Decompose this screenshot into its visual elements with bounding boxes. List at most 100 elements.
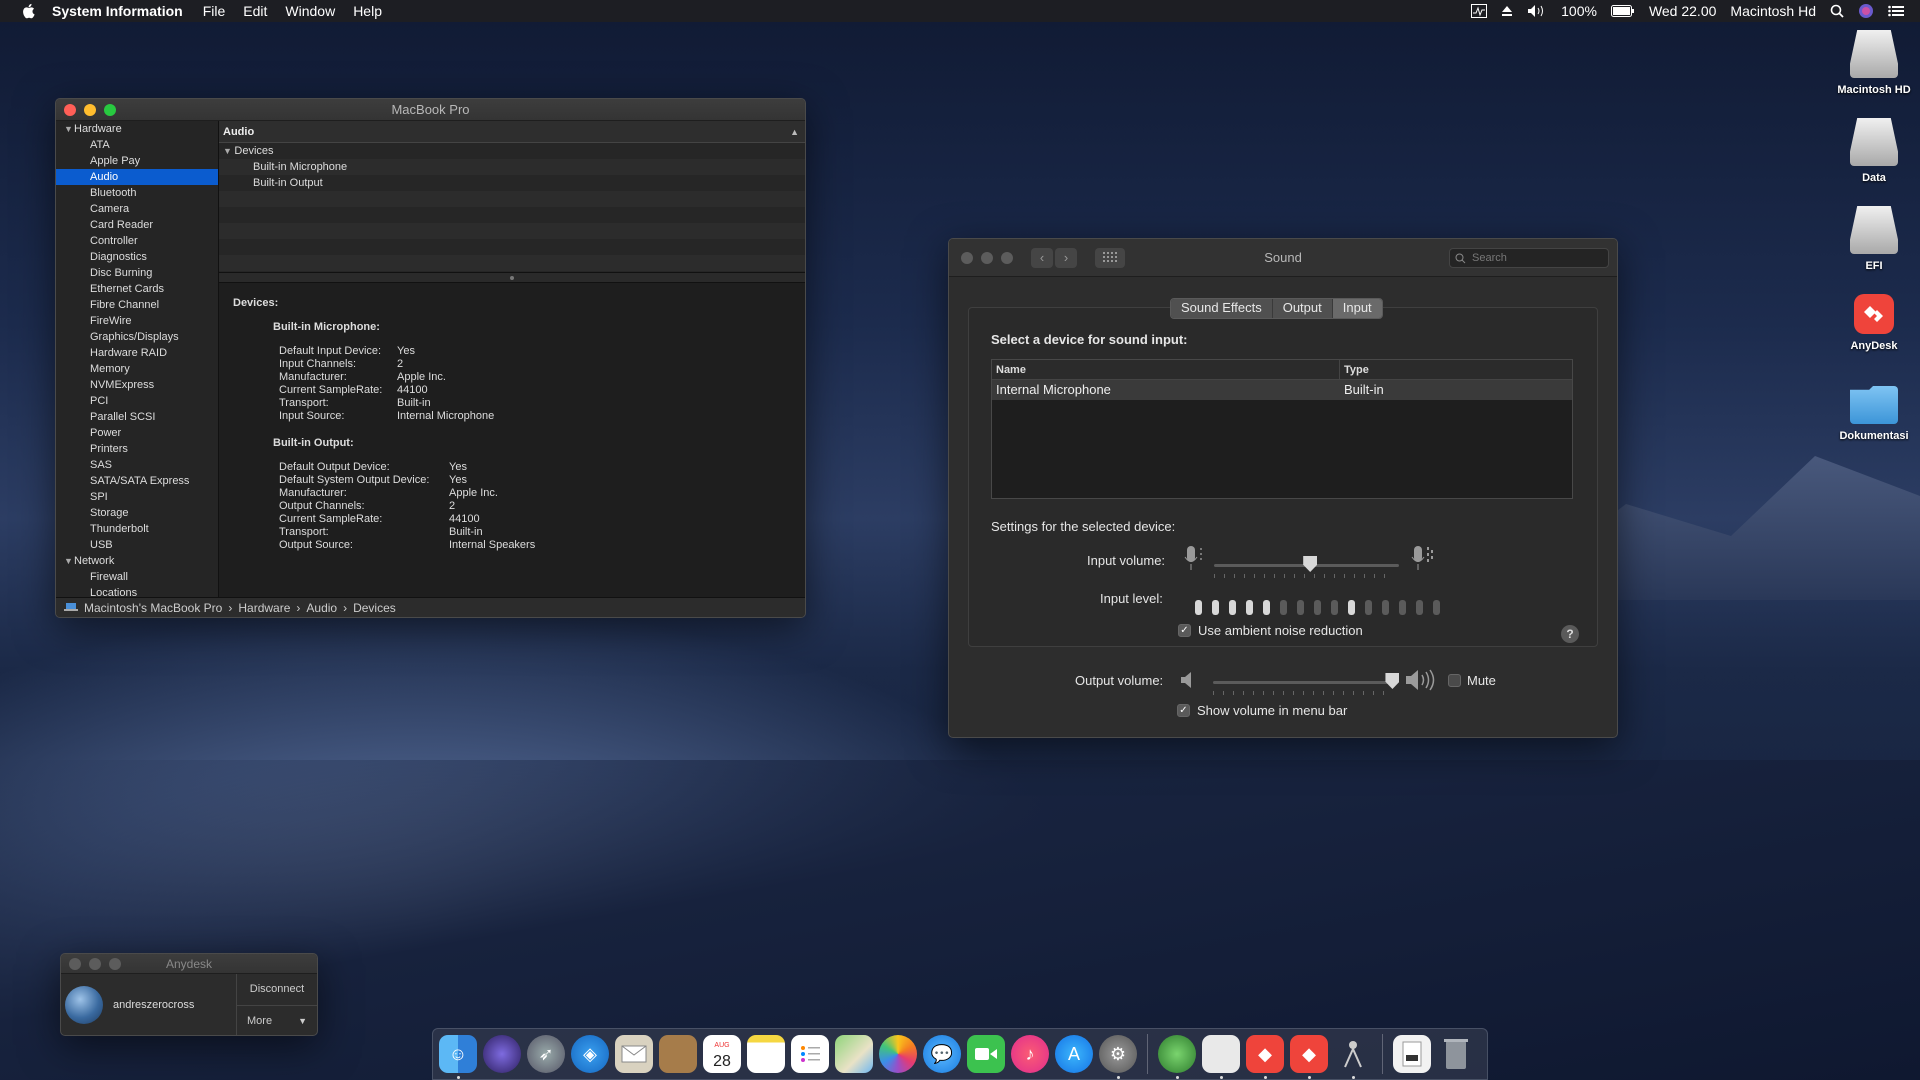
siri-icon[interactable] — [1858, 3, 1874, 19]
desktop-icon-efi[interactable]: EFI — [1824, 206, 1920, 272]
table-row[interactable]: Built-in Microphone — [219, 159, 805, 175]
sidebar-item-firewall[interactable]: Firewall — [56, 569, 218, 585]
disconnect-button[interactable]: Disconnect — [237, 974, 317, 1006]
activity-monitor-icon[interactable] — [1471, 4, 1488, 18]
sidebar-item-audio[interactable]: Audio — [56, 169, 218, 185]
sidebar-item-disc-burning[interactable]: Disc Burning — [56, 265, 218, 281]
path-item-hardware[interactable]: Hardware — [238, 601, 290, 615]
search-field[interactable]: Search — [1449, 248, 1609, 268]
notification-center-icon[interactable] — [1888, 5, 1904, 17]
output-volume-thumb[interactable] — [1385, 673, 1400, 689]
dock-maps-icon[interactable] — [835, 1035, 873, 1073]
sidebar-item-storage[interactable]: Storage — [56, 505, 218, 521]
close-button[interactable] — [69, 957, 81, 970]
dock-contacts-icon[interactable] — [659, 1035, 697, 1073]
dock-facetime-icon[interactable] — [967, 1035, 1005, 1073]
sidebar-item-hardware-raid[interactable]: Hardware RAID — [56, 345, 218, 361]
dock-safari-icon[interactable]: ◈ — [571, 1035, 609, 1073]
menu-file[interactable]: File — [203, 3, 226, 19]
sidebar-item-pci[interactable]: PCI — [56, 393, 218, 409]
path-item-computer[interactable]: Macintosh's MacBook Pro — [84, 601, 222, 615]
desktop-icon-macintosh-hd[interactable]: Macintosh HD — [1824, 30, 1920, 96]
desktop-icon-data[interactable]: Data — [1824, 118, 1920, 184]
sidebar-group-hardware[interactable]: ▼Hardware — [56, 121, 218, 137]
sidebar-item-card-reader[interactable]: Card Reader — [56, 217, 218, 233]
sidebar-item-diagnostics[interactable]: Diagnostics — [56, 249, 218, 265]
table-row[interactable]: Built-in Output — [219, 175, 805, 191]
menu-window[interactable]: Window — [285, 3, 335, 19]
sidebar-item-camera[interactable]: Camera — [56, 201, 218, 217]
app-name-menu[interactable]: System Information — [52, 3, 183, 19]
sidebar-item-graphics-displays[interactable]: Graphics/Displays — [56, 329, 218, 345]
tab-input[interactable]: Input — [1332, 299, 1382, 318]
sidebar-item-fibre-channel[interactable]: Fibre Channel — [56, 297, 218, 313]
ambient-noise-checkbox[interactable]: ✓ — [1178, 624, 1191, 637]
sidebar-item-locations[interactable]: Locations — [56, 585, 218, 597]
sidebar-item-power[interactable]: Power — [56, 425, 218, 441]
dock-utility-icon[interactable] — [1334, 1035, 1372, 1079]
menu-edit[interactable]: Edit — [243, 3, 267, 19]
minimize-button[interactable] — [84, 103, 96, 116]
dock-siri-icon[interactable] — [483, 1035, 521, 1073]
dock-photos-icon[interactable] — [879, 1035, 917, 1073]
sidebar-item-printers[interactable]: Printers — [56, 441, 218, 457]
desktop-icon-anydesk[interactable]: AnyDesk — [1824, 294, 1920, 352]
show-all-button[interactable] — [1095, 247, 1125, 268]
dock-script-editor-icon[interactable] — [1202, 1035, 1240, 1079]
zoom-button[interactable] — [109, 957, 121, 970]
dock-anydesk-session-icon[interactable]: ◆ — [1290, 1035, 1328, 1079]
disclosure-triangle-icon[interactable]: ▼ — [64, 553, 74, 569]
zoom-button[interactable] — [1001, 251, 1013, 264]
dock-finder-icon[interactable]: ☺ — [439, 1035, 477, 1079]
sidebar-item-memory[interactable]: Memory — [56, 361, 218, 377]
output-volume-slider[interactable] — [1213, 681, 1398, 684]
spotlight-icon[interactable] — [1830, 4, 1844, 18]
zoom-button[interactable] — [104, 103, 116, 116]
sidebar-item-bluetooth[interactable]: Bluetooth — [56, 185, 218, 201]
user-menu[interactable]: Macintosh Hd — [1730, 3, 1816, 19]
close-button[interactable] — [961, 251, 973, 264]
sidebar-item-parallel-scsi[interactable]: Parallel SCSI — [56, 409, 218, 425]
dock-system-preferences-icon[interactable]: ⚙ — [1099, 1035, 1137, 1079]
clock[interactable]: Wed 22.00 — [1649, 3, 1716, 19]
show-volume-checkbox[interactable]: ✓ — [1177, 704, 1190, 717]
column-header-type[interactable]: Type — [1340, 360, 1369, 379]
sidebar-item-controller[interactable]: Controller — [56, 233, 218, 249]
disclosure-triangle-icon[interactable]: ▼ — [223, 146, 234, 156]
sort-chevron-up-icon[interactable]: ▲ — [790, 121, 799, 143]
disclosure-triangle-icon[interactable]: ▼ — [64, 121, 74, 137]
close-button[interactable] — [64, 103, 76, 116]
path-item-devices[interactable]: Devices — [353, 601, 396, 615]
sidebar-item-nvmexpress[interactable]: NVMExpress — [56, 377, 218, 393]
back-button[interactable]: ‹ — [1031, 247, 1053, 268]
sidebar-item-sas[interactable]: SAS — [56, 457, 218, 473]
minimize-button[interactable] — [981, 251, 993, 264]
sidebar-item-usb[interactable]: USB — [56, 537, 218, 553]
dock-notes-icon[interactable] — [747, 1035, 785, 1073]
eject-icon[interactable] — [1501, 5, 1513, 17]
table-row[interactable]: Internal Microphone Built-in — [992, 380, 1572, 400]
sidebar-item-spi[interactable]: SPI — [56, 489, 218, 505]
sidebar-group-network[interactable]: ▼Network — [56, 553, 218, 569]
dock-app-store-icon[interactable]: A — [1055, 1035, 1093, 1073]
apple-menu-icon[interactable] — [20, 2, 38, 20]
tab-output[interactable]: Output — [1272, 299, 1333, 318]
volume-icon[interactable] — [1527, 4, 1547, 18]
forward-button[interactable]: › — [1055, 247, 1077, 268]
dock-messages-icon[interactable]: 💬 — [923, 1035, 961, 1073]
tab-sound-effects[interactable]: Sound Effects — [1171, 299, 1273, 318]
more-button[interactable]: More ▼ — [237, 1006, 317, 1036]
dock-anydesk-icon[interactable]: ◆ — [1246, 1035, 1284, 1079]
sidebar-item-sata[interactable]: SATA/SATA Express — [56, 473, 218, 489]
dock-music-icon[interactable]: ♪ — [1011, 1035, 1049, 1073]
help-button[interactable]: ? — [1561, 625, 1579, 643]
dock-system-information-icon[interactable] — [1158, 1035, 1196, 1079]
dock-launchpad-icon[interactable]: ➶ — [527, 1035, 565, 1073]
sidebar-item-ata[interactable]: ATA — [56, 137, 218, 153]
input-volume-thumb[interactable] — [1303, 556, 1318, 572]
path-item-audio[interactable]: Audio — [306, 601, 337, 615]
menu-help[interactable]: Help — [353, 3, 382, 19]
desktop-icon-dokumentasi[interactable]: Dokumentasi — [1824, 386, 1920, 442]
sidebar-item-ethernet-cards[interactable]: Ethernet Cards — [56, 281, 218, 297]
sidebar-item-firewire[interactable]: FireWire — [56, 313, 218, 329]
